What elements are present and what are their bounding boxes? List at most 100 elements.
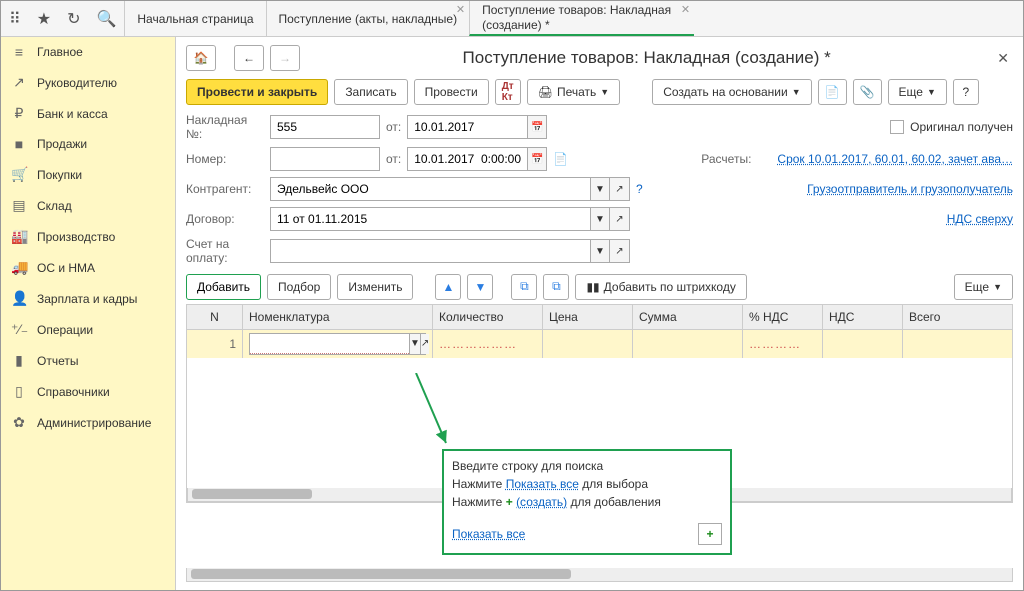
ops-icon: ⁺⁄₋: [11, 321, 27, 338]
post-button[interactable]: Провести: [414, 79, 489, 105]
col-nomenclature[interactable]: Номенклатура: [243, 305, 433, 329]
chevron-down-icon[interactable]: ▼: [590, 177, 610, 201]
sidebar-item-sales[interactable]: ■Продажи: [1, 129, 175, 159]
move-down-button[interactable]: ▼: [467, 274, 493, 300]
invoice-no-input[interactable]: [270, 115, 380, 139]
print-button[interactable]: 🖨 Печать ▼: [527, 79, 620, 105]
cell-vat[interactable]: [823, 330, 903, 358]
cell-total[interactable]: [903, 330, 1012, 358]
add-row-button[interactable]: Добавить: [186, 274, 261, 300]
popup-line1: Введите строку для поиска: [452, 459, 722, 473]
placeholder-dots: ………………: [439, 337, 517, 351]
counterparty-input[interactable]: ▼↗: [270, 177, 630, 201]
forward-button[interactable]: →: [270, 45, 300, 71]
open-icon[interactable]: ↗: [420, 334, 429, 354]
grid-more-button[interactable]: Еще ▼: [954, 274, 1013, 300]
tab-invoice-create[interactable]: Поступление товаров: Накладная (создание…: [469, 1, 694, 36]
chevron-down-icon[interactable]: ▼: [590, 239, 610, 263]
post-and-close-button[interactable]: Провести и закрыть: [186, 79, 328, 105]
help-icon[interactable]: ?: [636, 182, 643, 196]
contract-input[interactable]: ▼↗: [270, 207, 630, 231]
open-icon[interactable]: ↗: [610, 207, 630, 231]
cell-vat-pct[interactable]: …………: [743, 330, 823, 358]
sidebar-item-references[interactable]: ▯Справочники: [1, 376, 175, 407]
calendar-icon[interactable]: 📅: [527, 115, 547, 139]
open-icon[interactable]: ↗: [610, 177, 630, 201]
help-button[interactable]: ?: [953, 79, 979, 105]
home-button[interactable]: 🏠: [186, 45, 216, 71]
sidebar-item-manager[interactable]: ↗Руководителю: [1, 67, 175, 98]
calendar-icon[interactable]: 📅: [527, 147, 547, 171]
factory-icon: 🏭: [11, 228, 27, 245]
number-input[interactable]: [270, 147, 380, 171]
close-icon[interactable]: ✕: [681, 3, 690, 16]
col-sum[interactable]: Сумма: [633, 305, 743, 329]
invoice-date-input[interactable]: 📅: [407, 115, 547, 139]
original-label: Оригинал получен: [910, 120, 1013, 134]
chevron-down-icon[interactable]: ▼: [590, 207, 610, 231]
show-all-button[interactable]: Показать все: [452, 527, 525, 541]
col-n[interactable]: N: [187, 305, 243, 329]
vat-link[interactable]: НДС сверху: [947, 212, 1013, 226]
back-button[interactable]: ←: [234, 45, 264, 71]
pick-button[interactable]: Подбор: [267, 274, 331, 300]
col-total[interactable]: Всего: [903, 305, 1012, 329]
sidebar-item-reports[interactable]: ▮Отчеты: [1, 345, 175, 376]
sidebar-item-label: Банк и касса: [37, 107, 108, 121]
add-button[interactable]: +: [698, 523, 722, 545]
doc-icon[interactable]: 📄: [553, 152, 568, 166]
attach-clip-button[interactable]: 📎: [853, 79, 882, 105]
sidebar-item-assets[interactable]: 🚚ОС и НМА: [1, 252, 175, 283]
search-icon[interactable]: 🔍: [96, 9, 116, 29]
apps-icon[interactable]: ⠿: [9, 9, 21, 29]
popup-line2: Нажмите Показать все для выбора: [452, 477, 722, 491]
cell-n: 1: [187, 330, 243, 358]
cell-sum[interactable]: [633, 330, 743, 358]
star-icon[interactable]: ★: [37, 9, 51, 29]
history-icon[interactable]: ↻: [67, 9, 80, 29]
paste-button[interactable]: ⧉: [543, 274, 569, 300]
dt-kt-button[interactable]: ДтКт: [495, 79, 521, 105]
move-up-button[interactable]: ▲: [435, 274, 461, 300]
sidebar-item-label: Покупки: [37, 168, 82, 182]
create-based-button[interactable]: Создать на основании ▼: [652, 79, 811, 105]
table-row[interactable]: 1 ▼ ↗ ……………… …………: [187, 330, 1012, 358]
original-checkbox[interactable]: [890, 120, 904, 134]
tab-home[interactable]: Начальная страница: [124, 1, 265, 36]
cell-price[interactable]: [543, 330, 633, 358]
copy-button[interactable]: ⧉: [511, 274, 537, 300]
sidebar-item-bank[interactable]: ₽Банк и касса: [1, 98, 175, 129]
truck-icon: 🚚: [11, 259, 27, 276]
close-icon[interactable]: ✕: [456, 3, 465, 16]
cell-qty[interactable]: ………………: [433, 330, 543, 358]
show-all-link[interactable]: Показать все: [506, 477, 579, 491]
sidebar-item-stock[interactable]: ▤Склад: [1, 190, 175, 221]
add-barcode-button[interactable]: ▮▮ Добавить по штрихкоду: [575, 274, 746, 300]
create-link[interactable]: (создать): [516, 495, 567, 509]
nomenclature-input[interactable]: ▼ ↗: [249, 333, 426, 355]
more-button[interactable]: Еще ▼: [888, 79, 947, 105]
sidebar-item-purchases[interactable]: 🛒Покупки: [1, 159, 175, 190]
col-qty[interactable]: Количество: [433, 305, 543, 329]
save-button[interactable]: Записать: [334, 79, 407, 105]
close-page-button[interactable]: ✕: [993, 50, 1013, 67]
sidebar-item-admin[interactable]: ✿Администрирование: [1, 407, 175, 438]
cell-nomenclature[interactable]: ▼ ↗: [243, 330, 433, 358]
sidebar-item-operations[interactable]: ⁺⁄₋Операции: [1, 314, 175, 345]
tab-receipts[interactable]: Поступление (акты, накладные) ✕: [266, 1, 470, 36]
sidebar-item-main[interactable]: ≡Главное: [1, 37, 175, 67]
open-icon[interactable]: ↗: [610, 239, 630, 263]
edit-button[interactable]: Изменить: [337, 274, 413, 300]
col-price[interactable]: Цена: [543, 305, 633, 329]
number-date-input[interactable]: 📅: [407, 147, 547, 171]
payacc-input[interactable]: ▼↗: [270, 239, 630, 263]
chevron-down-icon[interactable]: ▼: [409, 334, 420, 354]
col-vat[interactable]: НДС: [823, 305, 903, 329]
col-vat-pct[interactable]: % НДС: [743, 305, 823, 329]
shipper-link[interactable]: Грузоотправитель и грузополучатель: [807, 182, 1013, 196]
sidebar-item-production[interactable]: 🏭Производство: [1, 221, 175, 252]
attach-doc-button[interactable]: 📄: [818, 79, 847, 105]
calc-link[interactable]: Срок 10.01.2017, 60.01, 60.02, зачет ава…: [777, 152, 1013, 166]
page-scrollbar-horizontal[interactable]: [186, 568, 1013, 582]
sidebar-item-hr[interactable]: 👤Зарплата и кадры: [1, 283, 175, 314]
